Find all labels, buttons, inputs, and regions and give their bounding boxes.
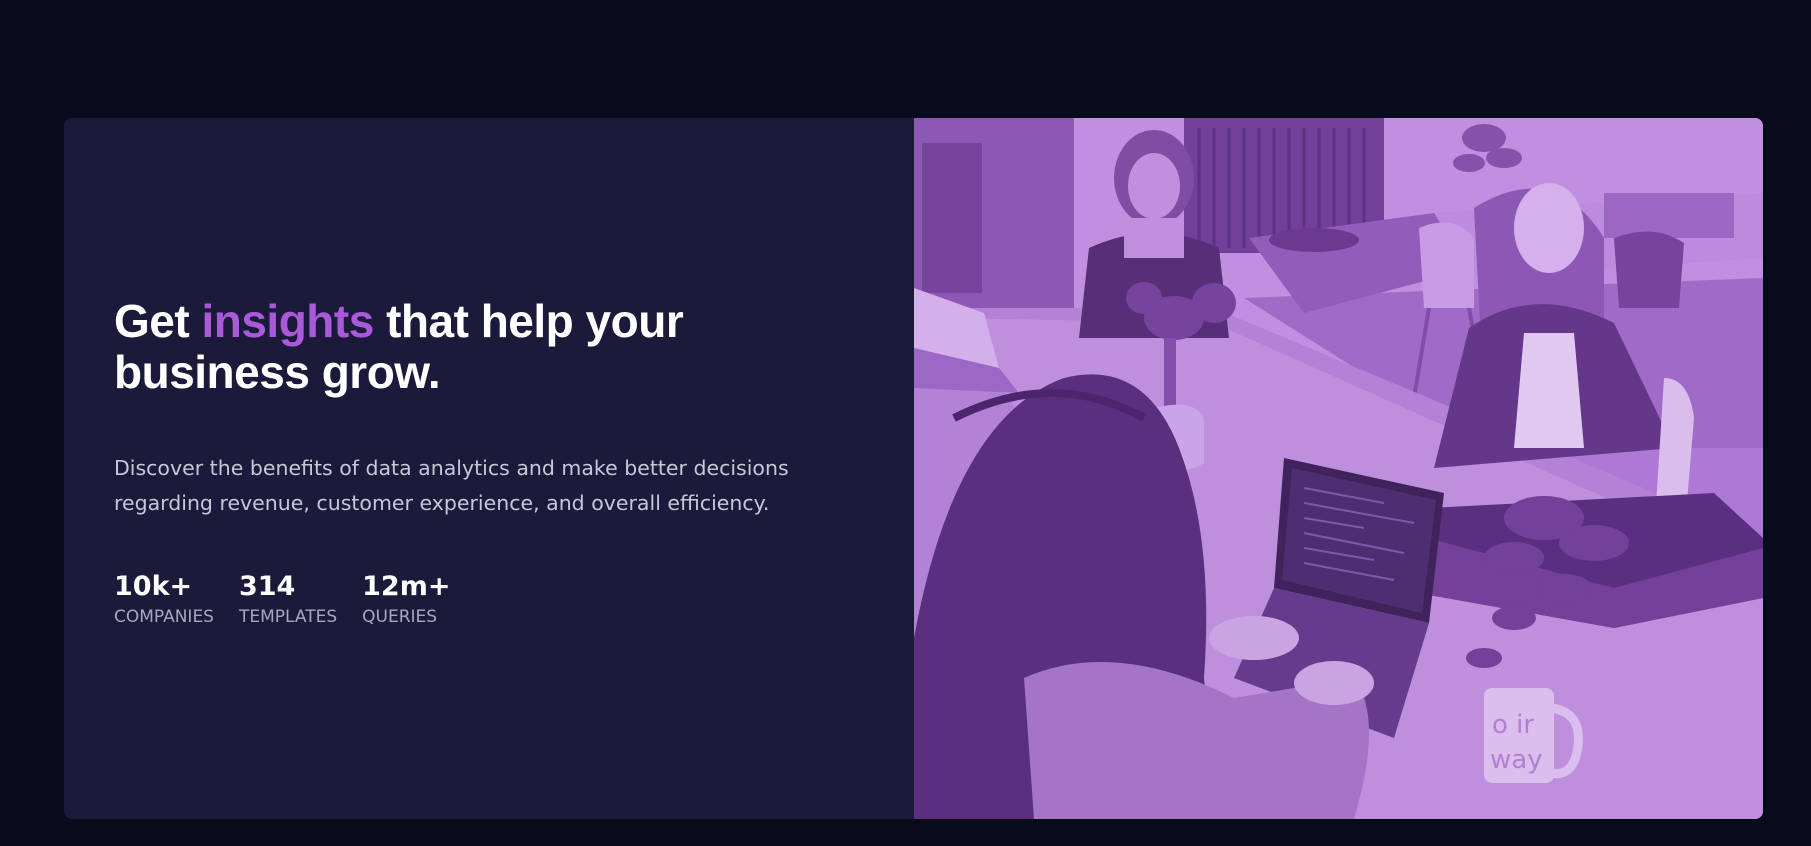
- stat-queries: 12m+ QUERIES: [362, 570, 450, 630]
- stat-value: 314: [238, 571, 296, 602]
- hero-image: o ir way: [914, 118, 1763, 819]
- stat-label: TEMPLATES: [238, 607, 338, 627]
- office-team-photo: o ir way: [914, 118, 1763, 819]
- headline-part-1: Get: [114, 295, 202, 347]
- hero-headline: Get insights that help your business gro…: [114, 296, 794, 398]
- stat-value: 12m+: [362, 571, 451, 602]
- stat-value: 10k+: [114, 571, 193, 602]
- stat-templates: 314 TEMPLATES: [239, 570, 337, 630]
- stat-label: QUERIES: [362, 607, 438, 627]
- headline-accent: insights: [201, 295, 374, 347]
- hero-description: Discover the benefits of data analytics …: [114, 456, 789, 515]
- stat-label: COMPANIES: [114, 607, 214, 627]
- hero-text-column: Get insights that help your business gro…: [64, 118, 914, 819]
- stat-companies: 10k+ COMPANIES: [114, 570, 214, 630]
- stats-row: 10k+ COMPANIES 314 TEMPLATES 12m+ QUERIE…: [114, 570, 450, 630]
- hero-card: Get insights that help your business gro…: [64, 118, 1763, 819]
